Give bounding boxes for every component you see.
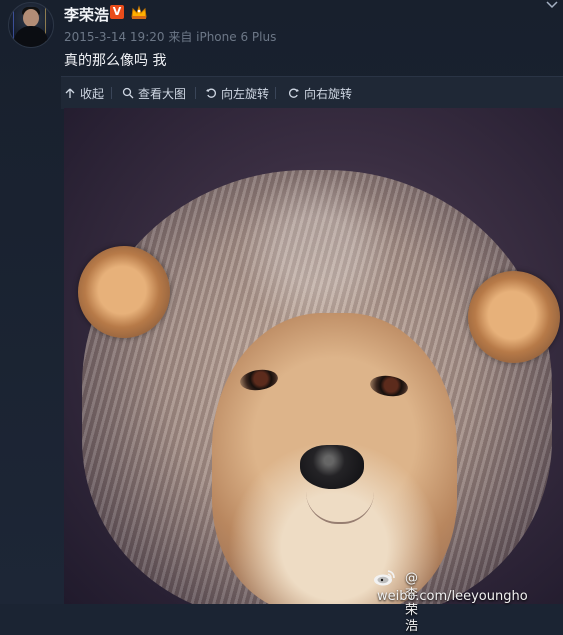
avatar-head: [23, 9, 39, 27]
weibo-post: 李荣浩 V 2015-3-14 19:20 来自 iPhone 6 Plus 真…: [0, 0, 563, 634]
view-large-label: 查看大图: [138, 86, 187, 101]
rotate-right-button[interactable]: 向右旋转: [288, 85, 352, 101]
username[interactable]: 李荣浩: [64, 4, 109, 25]
toolbar-divider: [275, 87, 276, 99]
rotate-left-button[interactable]: 向左旋转: [205, 85, 269, 101]
toolbar-divider: [195, 87, 196, 99]
rotate-right-icon: [289, 88, 299, 98]
left-lion-ear: [78, 246, 170, 338]
rotate-left-label: 向左旋转: [221, 86, 270, 101]
post-caption: 真的那么像吗 我: [64, 53, 167, 69]
avatar[interactable]: [8, 2, 54, 48]
weibo-logo-icon: [374, 570, 395, 586]
avatar-body: [14, 26, 48, 47]
collapse-label: 收起: [80, 86, 105, 101]
rotate-left-icon: [206, 88, 216, 98]
collapse-button[interactable]: 收起: [64, 85, 104, 101]
chevron-down-icon[interactable]: [546, 0, 558, 10]
toolbar-divider: [111, 87, 112, 99]
post-image[interactable]: [64, 108, 563, 604]
view-large-button[interactable]: 查看大图: [122, 85, 186, 101]
rotate-right-label: 向右旋转: [304, 86, 353, 101]
image-toolbar: 收起 查看大图 向左旋转 向右旋转: [61, 76, 563, 109]
verified-badge: V: [110, 5, 124, 19]
dog-nose: [300, 445, 364, 489]
search-icon: [122, 87, 134, 99]
collapse-icon: [65, 88, 75, 98]
crown-icon: [131, 5, 147, 19]
post-meta: 2015-3-14 19:20 来自 iPhone 6 Plus: [64, 30, 277, 44]
right-lion-ear: [468, 271, 560, 363]
watermark-site: weibo.com/leeyoungho: [377, 589, 528, 604]
